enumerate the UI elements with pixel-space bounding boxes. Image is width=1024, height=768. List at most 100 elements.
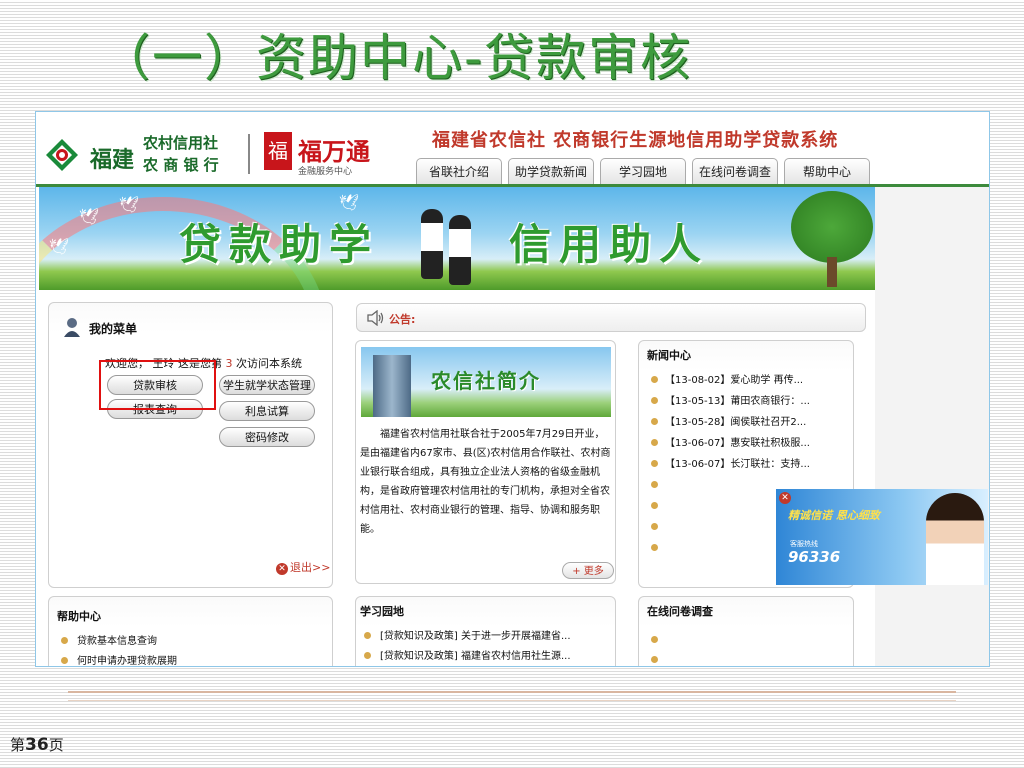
tab-loan-news[interactable]: 助学贷款新闻 xyxy=(508,158,594,184)
news-item[interactable]: 【13-06-07】惠安联社积极服... xyxy=(649,434,810,455)
password-change-button[interactable]: 密码修改 xyxy=(219,427,315,447)
study-list: [贷款知识及政策] 关于进一步开展福建省... [贷款知识及政策] 福建省农村信… xyxy=(362,627,571,666)
footer-divider-thin xyxy=(68,700,956,701)
news-item-text: 【13-06-07】长汀联社：支持... xyxy=(665,459,810,470)
survey-title: 在线问卷调查 xyxy=(647,605,713,618)
footer-divider xyxy=(68,691,956,693)
fu-logo-icon: 福 xyxy=(264,132,292,170)
logo-region: 福建 xyxy=(90,147,135,173)
bullet-icon xyxy=(651,397,658,404)
more-label: 更多 xyxy=(583,566,604,577)
logo-brand-sub: 金融服务中心 xyxy=(298,167,353,177)
dove-icon: 🕊 xyxy=(49,237,70,256)
news-item[interactable]: 【13-05-13】莆田农商银行：... xyxy=(649,392,810,413)
help-panel: 帮助中心 贷款基本信息查询 何时申请办理贷款展期 xyxy=(48,596,333,666)
help-title: 帮助中心 xyxy=(57,610,101,623)
help-list: 贷款基本信息查询 何时申请办理贷款展期 xyxy=(59,632,177,666)
bullet-icon xyxy=(651,439,658,446)
bullet-icon xyxy=(61,657,68,664)
tree xyxy=(791,191,873,263)
hotline-number: 96336 xyxy=(788,548,841,566)
study-panel: 学习园地 [贷款知识及政策] 关于进一步开展福建省... [贷款知识及政策] 福… xyxy=(355,596,616,666)
banner-image: 🕊 🕊 🕊 🕊 贷款助学 信用助人 xyxy=(39,187,875,290)
close-icon: ✕ xyxy=(276,563,288,575)
tab-survey[interactable]: 在线问卷调查 xyxy=(692,158,778,184)
study-item[interactable]: [贷款知识及政策] 关于进一步开展福建省... xyxy=(362,627,571,647)
page-suffix: 页 xyxy=(48,736,64,754)
survey-list xyxy=(649,631,667,666)
website-screenshot: 福建 农村信用社 农 商 银 行 福 福万通 金融服务中心 福建省农信社 农商银… xyxy=(35,111,990,667)
tree-trunk xyxy=(827,257,837,287)
user-icon xyxy=(64,318,80,337)
logo-org-line1: 农村信用社 xyxy=(143,134,219,152)
bullet-icon xyxy=(651,502,658,509)
menu-title: 我的菜单 xyxy=(89,322,138,336)
bullet-icon xyxy=(651,656,658,663)
help-item[interactable]: 贷款基本信息查询 xyxy=(59,632,177,652)
survey-item xyxy=(649,651,667,666)
bullet-icon xyxy=(364,632,371,639)
survey-panel: 在线问卷调查 xyxy=(638,596,854,666)
news-item[interactable]: 【13-08-02】爱心助学 再传... xyxy=(649,371,810,392)
bullet-icon xyxy=(61,637,68,644)
interest-calc-button[interactable]: 利息试算 xyxy=(219,401,315,421)
banner-slogan-left: 贷款助学 xyxy=(179,220,380,269)
logo-org-line2: 农 商 银 行 xyxy=(143,156,219,174)
close-icon[interactable]: ✕ xyxy=(779,492,791,504)
help-item[interactable]: 何时申请办理贷款展期 xyxy=(59,652,177,666)
bullet-icon xyxy=(364,652,371,659)
news-title: 新闻中心 xyxy=(647,349,691,362)
plus-icon: + xyxy=(572,566,584,577)
welcome-suffix: 次访问本系统 xyxy=(236,357,302,370)
logo-brand: 福万通 xyxy=(298,137,370,166)
logout-link[interactable]: ✕ 退出>> xyxy=(276,559,330,575)
bullet-icon xyxy=(651,418,658,425)
study-item-text: [贷款知识及政策] 福建省农村信用社生源... xyxy=(380,651,571,662)
dove-icon: 🕊 xyxy=(119,195,140,214)
intro-panel: 农信社简介 福建省农村信用社联合社于2005年7月29日开业，是由福建省内67家… xyxy=(355,340,616,584)
logo-org: 农村信用社 农 商 银 行 xyxy=(143,132,219,176)
logo-divider xyxy=(248,134,250,174)
banner-slogan-right: 信用助人 xyxy=(509,220,710,269)
page-number: 第36页 xyxy=(10,734,64,755)
survey-item xyxy=(649,631,667,651)
agent-image xyxy=(926,493,984,585)
bullet-icon xyxy=(651,523,658,530)
intro-image: 农信社简介 xyxy=(361,347,611,417)
ad-slogan: 精诚信诺 恩心细致 xyxy=(788,509,880,522)
more-button[interactable]: + 更多 xyxy=(562,562,614,579)
study-item[interactable]: [贷款知识及政策] 福建省农村信用社生源... xyxy=(362,647,571,666)
news-item-text: 【13-06-07】惠安联社积极服... xyxy=(665,438,810,449)
slide-title: （一）资助中心-贷款审核 xyxy=(100,29,693,87)
study-title: 学习园地 xyxy=(360,605,404,618)
student-figure xyxy=(449,215,471,285)
bullet-icon xyxy=(651,481,658,488)
highlight-box xyxy=(99,360,216,410)
tab-about[interactable]: 省联社介绍 xyxy=(416,158,502,184)
news-item-text: 【13-05-13】莆田农商银行：... xyxy=(665,396,810,407)
bullet-icon xyxy=(651,544,658,551)
student-status-button[interactable]: 学生就学状态管理 xyxy=(219,375,315,395)
study-item-text: [贷款知识及政策] 关于进一步开展福建省... xyxy=(380,631,571,642)
page-prefix: 第 xyxy=(10,736,26,754)
tab-study[interactable]: 学习园地 xyxy=(600,158,686,184)
building-image xyxy=(373,355,411,417)
system-title: 福建省农信社 农商银行生源地信用助学贷款系统 xyxy=(432,130,839,151)
news-item-text: 【13-05-28】闽侯联社召开2... xyxy=(665,417,807,428)
notice-bar: 公告: xyxy=(356,303,866,332)
tab-help[interactable]: 帮助中心 xyxy=(784,158,870,184)
news-item[interactable]: 【13-06-07】长汀联社：支持... xyxy=(649,455,810,476)
news-item[interactable]: 【13-05-28】闽侯联社召开2... xyxy=(649,413,810,434)
bullet-icon xyxy=(651,460,658,467)
speaker-icon xyxy=(367,310,384,326)
logout-label: 退出>> xyxy=(290,561,331,574)
bullet-icon xyxy=(651,636,658,643)
notice-label: 公告: xyxy=(389,313,416,326)
site-header: 福建 农村信用社 农 商 银 行 福 福万通 金融服务中心 福建省农信社 农商银… xyxy=(36,112,989,187)
right-margin xyxy=(875,187,989,666)
dove-icon: 🕊 xyxy=(79,207,100,226)
page-number-value: 36 xyxy=(25,735,49,755)
service-ad-popup[interactable]: ✕ 精诚信诺 恩心细致 客服热线 96336 xyxy=(776,489,988,585)
dove-icon: 🕊 xyxy=(339,193,360,212)
news-item-text: 【13-08-02】爱心助学 再传... xyxy=(665,375,804,386)
